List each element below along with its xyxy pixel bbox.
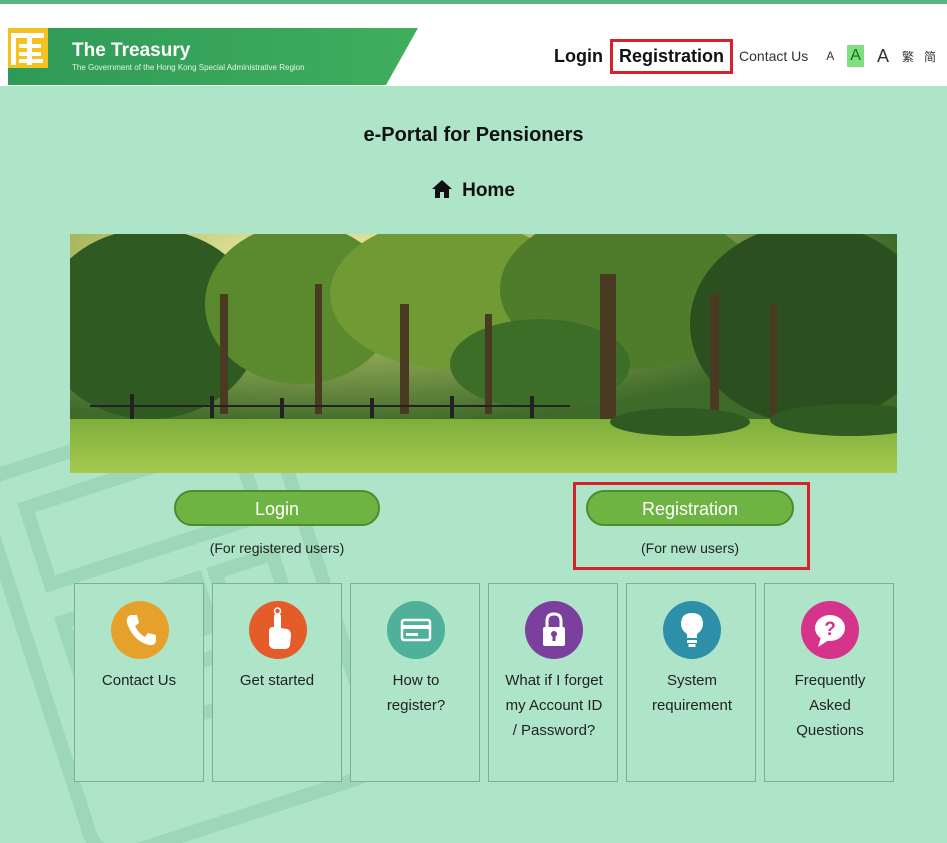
tile-contact-us[interactable]: Contact Us: [74, 583, 204, 782]
registration-button[interactable]: Registration: [586, 490, 794, 526]
tile-label: System requirement: [651, 672, 733, 714]
tile-label: Contact Us: [101, 672, 177, 689]
top-nav: Login Registration Contact Us A A A 繁 简: [551, 38, 941, 74]
treasury-logo[interactable]: The Treasury The Government of the Hong …: [8, 28, 418, 85]
logo-banner: [8, 28, 418, 85]
org-subtitle: The Government of the Hong Kong Special …: [72, 63, 305, 72]
nav-login-link[interactable]: Login: [551, 46, 606, 67]
org-name: The Treasury: [72, 40, 191, 61]
font-size-small-button[interactable]: A: [823, 47, 837, 65]
svg-text:?: ?: [824, 619, 836, 640]
home-icon: [432, 180, 453, 198]
pointer-hand-icon: [249, 601, 307, 659]
tile-forgot-credentials[interactable]: What if I forget my Account ID / Passwor…: [488, 583, 618, 782]
park-hero-image: [70, 234, 897, 473]
lang-simplified-button[interactable]: 简: [924, 48, 936, 65]
login-caption: (For registered users): [209, 540, 345, 556]
login-button[interactable]: Login: [174, 490, 380, 526]
breadcrumb: Home: [0, 180, 947, 202]
main-content: e-Portal for Pensioners Home Login (For …: [0, 86, 947, 843]
nav-contact-link[interactable]: Contact Us: [739, 48, 808, 64]
page-title: e-Portal for Pensioners: [363, 124, 584, 146]
tile-label: Get started: [239, 672, 315, 689]
tile-faq[interactable]: ? Frequently Asked Questions: [764, 583, 894, 782]
registration-caption: (For new users): [640, 540, 740, 556]
tile-get-started[interactable]: Get started: [212, 583, 342, 782]
lang-traditional-button[interactable]: 繁: [902, 48, 914, 65]
tile-label: What if I forget my Account ID / Passwor…: [505, 672, 603, 739]
card-icon: [387, 601, 445, 659]
tile-label: How to register?: [386, 672, 446, 714]
question-icon: ?: [801, 601, 859, 659]
tile-system-requirement[interactable]: System requirement: [626, 583, 756, 782]
tile-how-to-register[interactable]: How to register?: [350, 583, 480, 782]
nav-registration-link[interactable]: Registration: [610, 38, 734, 74]
breadcrumb-home[interactable]: Home: [462, 180, 515, 201]
font-size-large-button[interactable]: A: [874, 44, 892, 69]
lock-icon: [525, 601, 583, 659]
lightbulb-icon: [663, 601, 721, 659]
tile-label: Frequently Asked Questions: [794, 672, 866, 739]
font-size-medium-button[interactable]: A: [847, 45, 864, 67]
phone-icon: [111, 601, 169, 659]
treasury-emblem-icon: [8, 28, 48, 68]
site-header: The Treasury The Government of the Hong …: [0, 4, 947, 86]
